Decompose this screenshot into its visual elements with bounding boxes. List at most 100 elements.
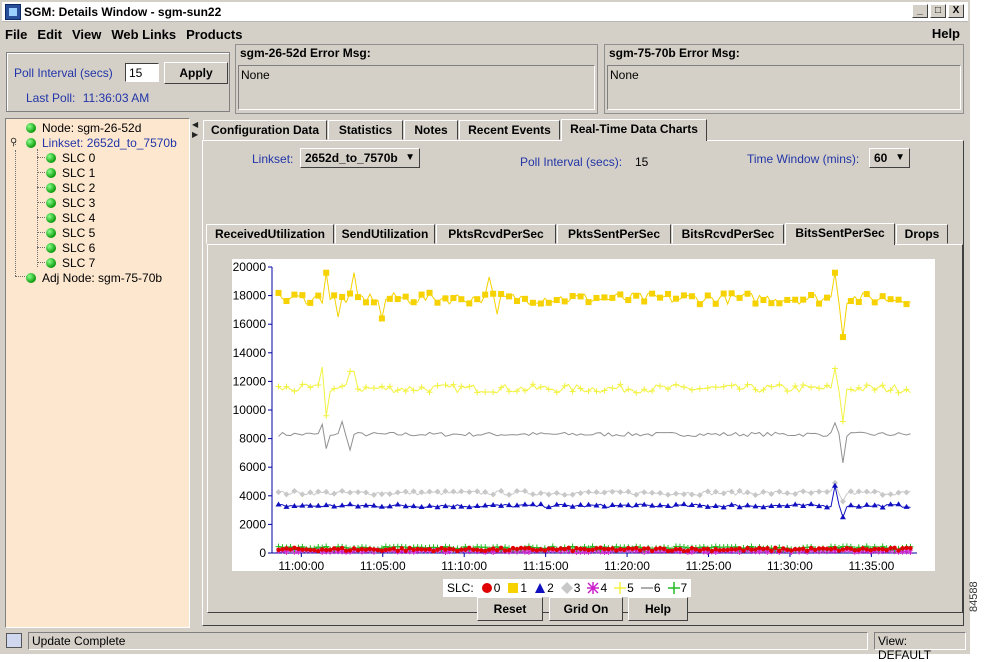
chart-tab-pkts-sent[interactable]: PktsSentPerSec [557,224,671,244]
data-point [704,384,711,391]
data-point [717,548,722,553]
tree-slc[interactable]: SLC 5 [37,225,95,240]
data-point [609,385,616,392]
data-point [585,501,592,507]
data-point [434,382,441,389]
chart-tab-pkts-rcvd[interactable]: PktsRcvdPerSec [436,224,556,244]
data-point [383,547,389,552]
data-point [530,547,536,552]
menu-bar: File Edit View Web Links Products Help [0,24,970,44]
data-point [601,489,608,496]
title-bar: SGM: Details Window - sgm-sun22 _ □ X [2,2,968,22]
data-point [789,548,794,553]
data-point [407,545,412,551]
y-tick-label: 20000 [233,260,267,274]
tree-linkset[interactable]: Linkset: 2652d_to_7570b [26,135,177,150]
slc-label: SLC 2 [62,180,96,195]
tree-slc[interactable]: SLC 2 [37,180,96,195]
menu-help[interactable]: Help [932,26,960,41]
tab-configuration-data[interactable]: Configuration Data [203,120,327,140]
apply-button[interactable]: Apply [164,62,228,84]
collapse-left-icon[interactable]: ◀ [192,120,198,129]
data-point [836,548,842,553]
status-ok-icon [26,272,36,283]
x-tick-label: 11:25:00 [686,559,732,571]
tree-slc[interactable]: SLC 7 [37,255,95,270]
data-point [569,292,576,299]
tree-slc[interactable]: SLC 0 [37,150,96,165]
data-point [863,382,870,389]
chart-tab-bits-sent[interactable]: BitsSentPerSec [785,223,895,245]
menu-view[interactable]: View [67,27,106,42]
status-ok-icon [46,227,56,238]
menu-edit[interactable]: Edit [32,27,67,42]
tree-slc[interactable]: SLC 3 [37,195,95,210]
data-point [844,545,850,551]
splitter[interactable]: ◀ ▶ [191,118,199,628]
chart-tab-bits-rcvd[interactable]: BitsRcvdPerSec [672,224,784,244]
data-point [558,546,563,551]
chart-poll-interval-value: 15 [635,155,649,169]
data-point [529,491,536,498]
maximize-button[interactable]: □ [930,4,946,18]
data-point [625,488,632,495]
minimize-button[interactable]: _ [912,4,928,18]
data-point [776,488,783,495]
data-point [847,502,854,508]
data-point [855,299,862,306]
menu-products[interactable]: Products [181,27,247,42]
data-point [371,547,377,552]
data-point [908,545,913,551]
tab-notes[interactable]: Notes [404,120,458,140]
data-point [649,290,656,297]
chart-tab-received-utilization[interactable]: ReceivedUtilization [206,224,334,244]
tree-slc[interactable]: SLC 4 [37,210,95,225]
tree-slc[interactable]: SLC 6 [37,240,95,255]
linkset-select[interactable]: 2652d_to_7570b ▼ [300,148,420,168]
poll-interval-input[interactable] [125,63,159,82]
data-point [594,546,599,551]
data-point [863,488,870,495]
legend-label: 7 [680,581,688,595]
reset-button[interactable]: Reset [477,597,543,621]
data-point [315,381,322,388]
data-point [720,383,727,390]
menu-web-links[interactable]: Web Links [106,27,181,42]
help-button[interactable]: Help [628,597,688,621]
data-point [386,295,393,302]
tree-slc[interactable]: SLC 1 [37,165,95,180]
data-point [339,545,345,551]
collapse-right-icon[interactable]: ▶ [192,130,198,139]
data-point [602,546,607,552]
tab-statistics[interactable]: Statistics [328,120,403,140]
data-point [534,548,540,553]
data-point [705,546,710,552]
chart-tab-drops[interactable]: Drops [896,224,948,244]
data-point [410,503,417,509]
menu-file[interactable]: File [0,27,32,42]
tree-expand-icon[interactable]: ⚲ [10,138,19,150]
tree-adj-node[interactable]: Adj Node: sgm-75-70b [26,270,162,285]
data-point [537,490,544,497]
data-point [888,545,893,551]
data-point [590,547,595,552]
data-point [296,546,301,552]
data-point [757,545,762,551]
data-point [450,294,457,301]
tab-real-time-data-charts[interactable]: Real-Time Data Charts [561,119,707,141]
close-button[interactable]: X [948,4,964,18]
chart-tab-send-utilization[interactable]: SendUtilization [335,224,435,244]
grid-toggle-button[interactable]: Grid On [549,597,623,621]
legend-label: 3 [573,581,581,595]
data-point [895,501,902,507]
data-point [474,389,481,396]
slc-label: SLC 0 [62,150,96,165]
status-ok-icon [46,257,56,268]
poll-panel: Poll Interval (secs) Apply Last Poll: 11… [6,52,230,112]
tab-recent-events[interactable]: Recent Events [459,120,560,140]
data-point [784,490,791,497]
data-point [625,297,632,304]
time-window-select[interactable]: 60 ▼ [869,148,910,168]
data-point [304,547,309,552]
tree-node[interactable]: Node: sgm-26-52d [26,120,141,135]
